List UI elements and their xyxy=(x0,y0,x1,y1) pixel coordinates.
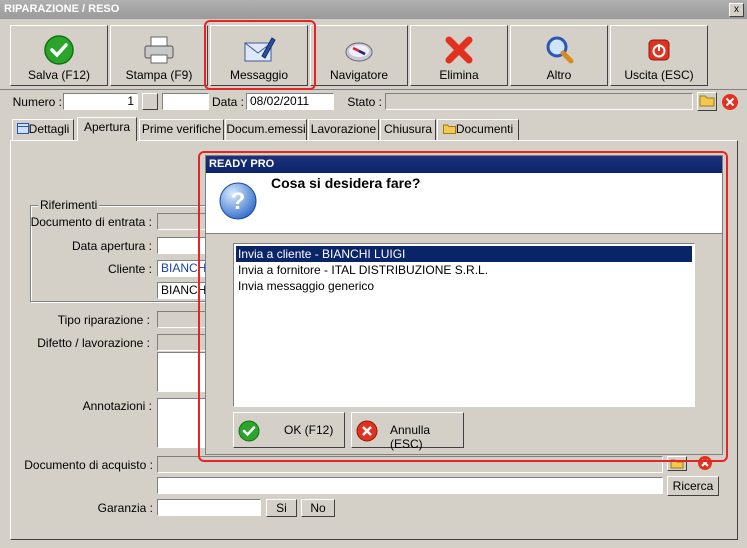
options-listbox[interactable]: Invia a cliente - BIANCHI LUIGI Invia a … xyxy=(233,243,695,407)
riferimenti-label: Riferimenti xyxy=(38,198,100,212)
list-item[interactable]: Invia a fornitore - ITAL DISTRIBUZIONE S… xyxy=(236,262,692,278)
tab-label: Prime verifiche xyxy=(141,122,222,136)
tab-label: Documenti xyxy=(455,122,514,136)
documento-entrata-label: Documento di entrata : xyxy=(30,215,152,229)
navigator-button-label: Navigatore xyxy=(329,68,389,82)
garanzia-si-button[interactable]: Si xyxy=(266,499,297,517)
tipo-riparazione-label: Tipo riparazione : xyxy=(57,313,150,327)
delete-x-icon xyxy=(411,34,507,66)
window-title-bar: RIPARAZIONE / RESO xyxy=(0,0,747,19)
ricerca-input[interactable] xyxy=(157,477,663,494)
action-dialog: READY PRO ? Cosa si desidera fare? Invia… xyxy=(205,155,723,455)
print-button[interactable]: Stampa (F9) xyxy=(110,25,208,86)
tab-prime-verifiche[interactable]: Prime verifiche xyxy=(139,119,224,140)
tab-label: Lavorazione xyxy=(310,122,377,136)
check-icon xyxy=(11,34,107,66)
tab-label: Docum.emessi xyxy=(226,122,306,136)
compass-icon xyxy=(311,34,407,66)
list-item[interactable]: Invia a cliente - BIANCHI LUIGI xyxy=(236,246,692,262)
power-icon xyxy=(611,34,707,66)
tab-docum-emessi[interactable]: Docum.emessi xyxy=(225,119,307,140)
ricerca-button[interactable]: Ricerca xyxy=(667,476,719,496)
numero-lookup-button[interactable] xyxy=(142,93,158,110)
folder-icon xyxy=(442,124,456,134)
garanzia-no-button[interactable]: No xyxy=(301,499,335,517)
close-icon: x xyxy=(734,4,739,15)
tab-dettagli[interactable]: Dettagli xyxy=(12,119,74,140)
data-label: Data : xyxy=(211,95,244,109)
message-button-highlight xyxy=(204,20,316,90)
tab-apertura[interactable]: Apertura xyxy=(77,117,137,141)
cancel-button-label: Annulla (ESC) xyxy=(390,423,431,451)
numero-suffix-field[interactable] xyxy=(162,93,209,110)
cancel-icon xyxy=(356,420,378,442)
grid-icon xyxy=(16,123,29,134)
window-close-button[interactable]: x xyxy=(729,3,744,17)
printer-icon xyxy=(111,34,207,66)
difetto-label: Difetto / lavorazione : xyxy=(37,336,150,350)
question-icon: ? xyxy=(218,181,258,224)
documento-acquisto-label: Documento di acquisto : xyxy=(24,458,153,472)
cancel-button[interactable]: Annulla (ESC) xyxy=(351,412,464,451)
print-button-label: Stampa (F9) xyxy=(125,68,193,82)
delete-button-label: Elimina xyxy=(439,68,479,82)
magnifier-icon xyxy=(511,34,607,66)
data-field[interactable]: 08/02/2011 xyxy=(246,93,334,110)
window-title: RIPARAZIONE / RESO xyxy=(4,3,120,15)
clear-icon xyxy=(722,94,738,110)
tab-label: Dettagli xyxy=(28,122,70,136)
tab-documenti[interactable]: Documenti xyxy=(437,119,519,140)
ok-button[interactable]: OK (F12) xyxy=(233,412,345,448)
toolbar: Salva (F12) Stampa (F9) Messaggio Naviga… xyxy=(0,19,747,90)
annotazioni-label: Annotazioni : xyxy=(82,399,152,413)
exit-button-label: Uscita (ESC) xyxy=(624,68,694,82)
garanzia-label: Garanzia : xyxy=(97,501,153,515)
tab-lavorazione[interactable]: Lavorazione xyxy=(308,119,379,140)
save-button[interactable]: Salva (F12) xyxy=(10,25,108,86)
stato-clear-button[interactable] xyxy=(721,93,739,111)
stato-label: Stato : xyxy=(347,95,382,109)
svg-text:?: ? xyxy=(231,188,246,215)
delete-button[interactable]: Elimina xyxy=(410,25,508,86)
folder-icon xyxy=(699,95,715,107)
dialog-question: Cosa si desidera fare? xyxy=(271,175,421,191)
tab-label: Chiusura xyxy=(383,122,433,136)
more-button[interactable]: Altro xyxy=(510,25,608,86)
check-icon xyxy=(238,420,260,442)
save-button-label: Salva (F12) xyxy=(27,68,91,82)
list-item[interactable]: Invia messaggio generico xyxy=(236,278,692,294)
numero-label: Numero : xyxy=(12,95,62,109)
dialog-title-bar: READY PRO xyxy=(206,156,722,173)
ok-button-label: OK (F12) xyxy=(284,423,334,437)
garanzia-field[interactable] xyxy=(157,499,261,516)
data-apertura-label: Data apertura : xyxy=(71,239,152,253)
tab-chiusura[interactable]: Chiusura xyxy=(380,119,436,140)
dialog-title: READY PRO xyxy=(209,158,275,170)
cliente-label: Cliente : xyxy=(107,262,152,276)
exit-button[interactable]: Uscita (ESC) xyxy=(610,25,708,86)
stato-folder-button[interactable] xyxy=(697,92,717,111)
stato-field xyxy=(385,93,693,110)
navigator-button[interactable]: Navigatore xyxy=(310,25,408,86)
numero-field[interactable]: 1 xyxy=(63,93,138,110)
tab-label: Apertura xyxy=(83,120,131,134)
more-button-label: Altro xyxy=(546,68,572,82)
dialog-header: ? Cosa si desidera fare? xyxy=(206,173,722,234)
